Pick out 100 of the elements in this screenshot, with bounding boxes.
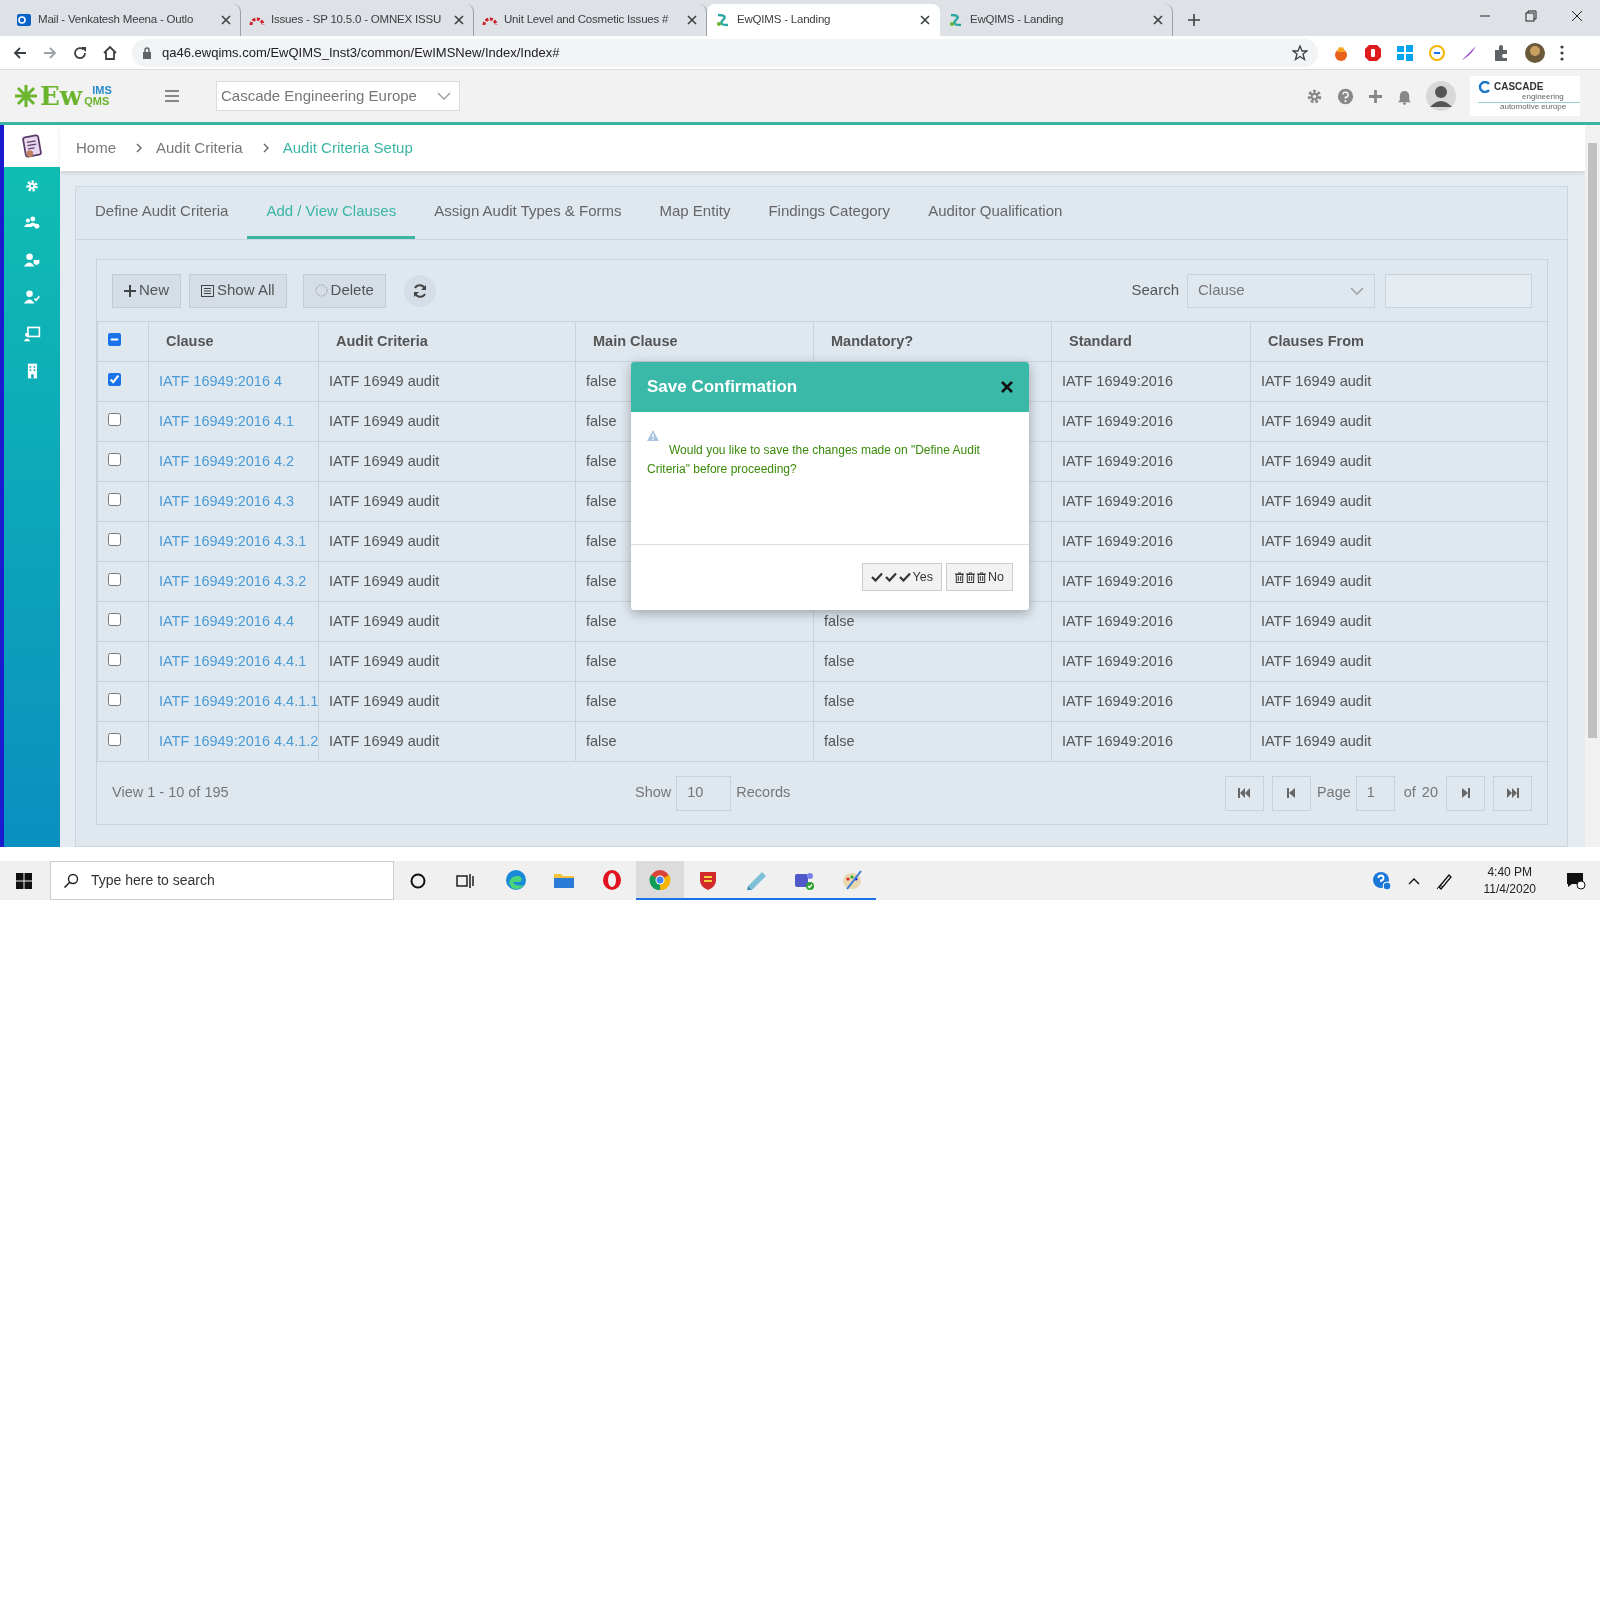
chevron-up-icon[interactable] — [1407, 876, 1420, 885]
close-icon[interactable] — [919, 14, 931, 26]
search-select[interactable]: Clause — [1187, 273, 1375, 308]
page-label: Page — [1316, 783, 1351, 803]
close-icon[interactable] — [220, 14, 232, 26]
chevron-down-icon — [437, 92, 451, 100]
show-label: Show — [635, 783, 672, 803]
back-icon[interactable] — [12, 44, 28, 61]
swirl-icon — [715, 12, 731, 28]
refresh-button[interactable] — [403, 274, 436, 307]
reload-icon[interactable] — [72, 44, 88, 61]
tab[interactable]: Map Entity — [640, 187, 750, 239]
delete-button[interactable]: Delete — [302, 273, 386, 308]
task-view-icon[interactable] — [456, 872, 474, 889]
new-tab-icon[interactable] — [1187, 13, 1201, 27]
plus-icon[interactable] — [1368, 88, 1383, 104]
company-select[interactable]: Cascade Engineering Europe — [216, 81, 460, 111]
page-size-field[interactable]: 10 — [676, 775, 732, 811]
search-field[interactable] — [1385, 273, 1532, 308]
row-checkbox[interactable] — [108, 612, 121, 626]
table-cell: false — [586, 532, 617, 549]
show-all-button[interactable]: Show All — [189, 273, 287, 308]
more-icon[interactable] — [1560, 44, 1564, 61]
select-all-checkbox[interactable] — [108, 332, 121, 346]
table-cell: IATF 16949 audit — [329, 572, 440, 589]
breadcrumb-link[interactable]: Audit Criteria — [156, 136, 243, 160]
table-cell: IATF 16949:2016 — [1062, 372, 1173, 389]
taskbar-clock[interactable]: 4:40 PM 11/4/2020 — [1483, 864, 1536, 897]
tab[interactable]: Auditor Qualification — [909, 187, 1082, 239]
first-page-button[interactable] — [1224, 775, 1264, 811]
start-icon[interactable] — [16, 872, 32, 889]
row-checkbox[interactable] — [108, 532, 121, 546]
settings-icon[interactable] — [1306, 87, 1323, 105]
edge-icon — [505, 868, 527, 891]
page-field[interactable]: 1 — [1355, 775, 1395, 811]
presenter-icon — [23, 324, 41, 343]
last-page-button[interactable] — [1493, 775, 1532, 811]
avatar-icon[interactable] — [1426, 81, 1456, 111]
tab[interactable]: Findings Category — [749, 187, 910, 239]
menu-icon[interactable] — [164, 89, 180, 103]
browser-tab[interactable]: EwQIMS - Landing — [707, 4, 940, 36]
taskbar-app[interactable] — [636, 861, 684, 900]
address-bar[interactable]: qa46.ewqims.com/EwQIMS_Inst3/common/EwIMSNew/Index/Index# — [132, 38, 1318, 67]
table-cell: IATF 16949 audit — [1261, 612, 1372, 629]
yes-button[interactable]: Yes — [861, 563, 942, 591]
page-count: 20 — [1421, 783, 1438, 803]
table-cell: IATF 16949 audit — [329, 452, 440, 469]
new-button[interactable]: New — [112, 273, 181, 308]
row-checkbox[interactable] — [108, 452, 121, 466]
record-summary: View 1 - 10 of 195 — [112, 783, 230, 803]
close-icon[interactable] — [453, 14, 465, 26]
tab[interactable]: Define Audit Criteria — [76, 187, 248, 239]
table-cell: false — [824, 732, 855, 749]
table-cell: IATF 16949 audit — [329, 372, 440, 389]
table-cell: IATF 16949 audit — [1261, 532, 1372, 549]
row-checkbox[interactable] — [108, 572, 121, 586]
profile-icon[interactable] — [1524, 41, 1546, 64]
row-checkbox[interactable] — [108, 652, 121, 666]
help-icon[interactable] — [1337, 87, 1354, 105]
forward-icon[interactable] — [42, 44, 58, 61]
table-cell: IATF 16949 audit — [329, 492, 440, 509]
table-cell: false — [586, 732, 617, 749]
list-icon — [201, 284, 214, 297]
sidebar-item[interactable] — [4, 125, 60, 167]
cortana-icon[interactable] — [410, 872, 426, 889]
home-icon[interactable] — [102, 44, 118, 61]
close-icon[interactable] — [1152, 14, 1164, 26]
previous-page-button[interactable] — [1271, 775, 1311, 811]
row-checkbox[interactable] — [108, 732, 121, 746]
trash-icon — [955, 571, 964, 583]
row-checkbox[interactable] — [108, 692, 121, 706]
dialog-title: Save Confirmation — [647, 376, 798, 399]
notification-icon[interactable] — [1566, 871, 1586, 890]
table-cell: false — [586, 492, 617, 509]
windows-icon[interactable] — [1396, 43, 1414, 62]
close-icon[interactable] — [1571, 10, 1583, 22]
star-icon[interactable] — [1292, 44, 1308, 61]
chevron-right-icon — [136, 143, 142, 153]
taskbar-search[interactable]: Type here to search — [50, 861, 394, 900]
stop-hand-icon[interactable] — [1364, 43, 1382, 62]
next-page-button[interactable] — [1446, 775, 1485, 811]
help-icon[interactable] — [1371, 870, 1392, 891]
records-label: Records — [736, 783, 791, 803]
scrollbar[interactable] — [1585, 125, 1600, 847]
tab[interactable]: Assign Audit Types & Forms — [415, 187, 641, 239]
row-checkbox[interactable] — [108, 412, 121, 426]
trash-icon — [966, 571, 975, 583]
no-button[interactable]: No — [946, 563, 1013, 591]
close-icon[interactable] — [686, 14, 698, 26]
row-checkbox[interactable] — [108, 492, 121, 506]
row-checkbox[interactable] — [108, 372, 121, 386]
close-icon[interactable] — [1001, 381, 1013, 393]
puzzle-icon[interactable] — [1492, 43, 1510, 62]
breadcrumb-link[interactable]: Audit Criteria Setup — [282, 136, 413, 160]
restore-icon[interactable] — [1525, 10, 1537, 22]
circle-icon[interactable] — [1428, 43, 1446, 62]
breadcrumb-link[interactable]: Home — [76, 136, 116, 160]
column-header: Clause — [148, 321, 319, 362]
table-cell: false — [586, 652, 617, 669]
table-cell: IATF 16949 audit — [1261, 692, 1372, 709]
